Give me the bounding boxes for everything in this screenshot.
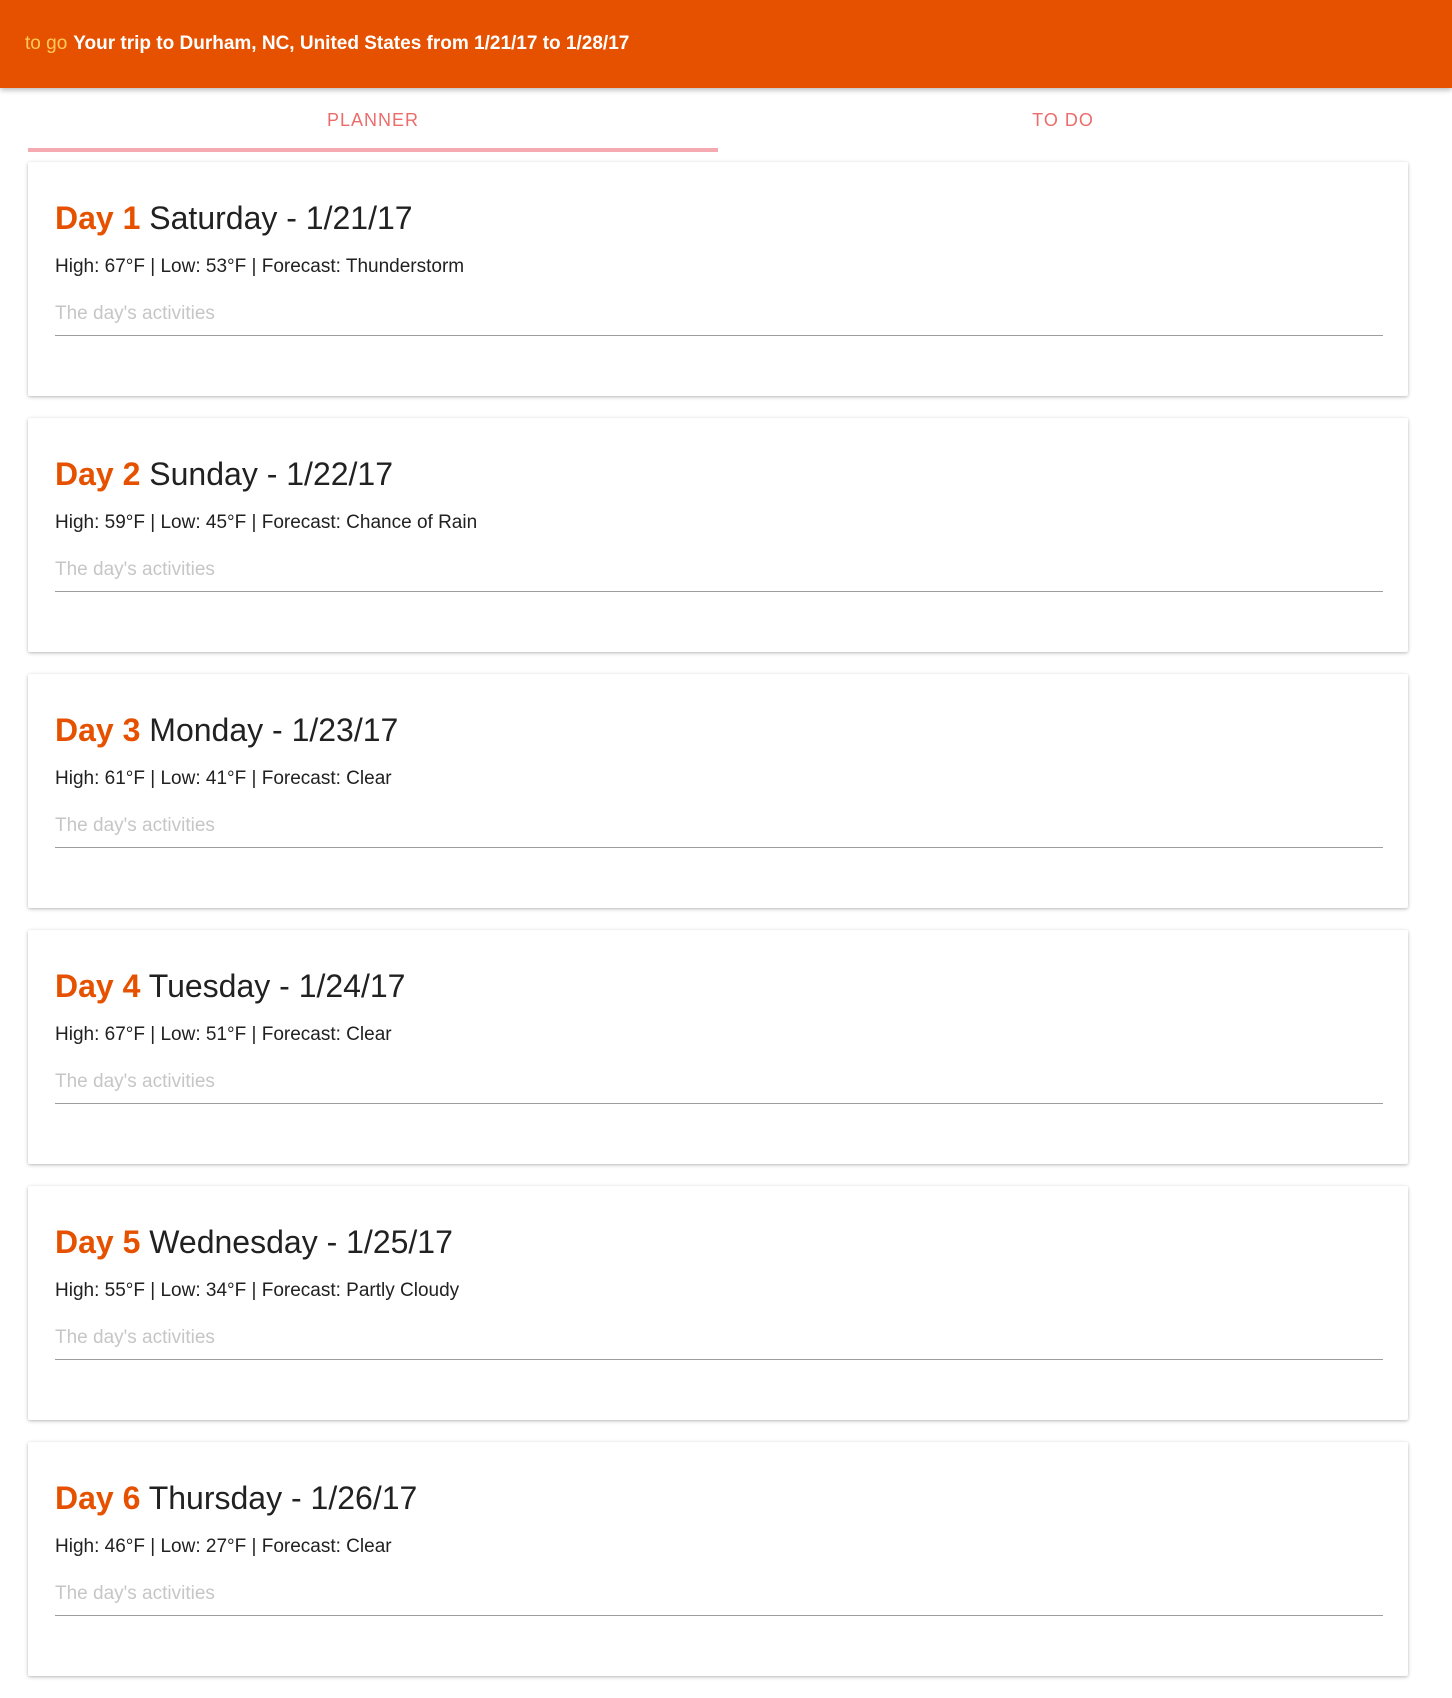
day-number: Day 6 [55, 1480, 141, 1516]
app-logo[interactable]: to go [25, 33, 67, 55]
tab-bar: PLANNER TO DO [28, 88, 1408, 152]
day-card-title: Day 1 Saturday - 1/21/17 [55, 200, 413, 237]
day-date: Tuesday - 1/24/17 [148, 968, 406, 1004]
activities-input[interactable] [55, 804, 1383, 848]
day-card-list: Day 1 Saturday - 1/21/17 High: 67°F | Lo… [28, 162, 1408, 1698]
day-card-title: Day 4 Tuesday - 1/24/17 [55, 968, 405, 1005]
app-header: to go Your trip to Durham, NC, United St… [0, 0, 1452, 88]
weather-summary: High: 46°F | Low: 27°F | Forecast: Clear [55, 1536, 392, 1557]
activities-input[interactable] [55, 1060, 1383, 1104]
day-card-title: Day 2 Sunday - 1/22/17 [55, 456, 393, 493]
weather-summary: High: 67°F | Low: 53°F | Forecast: Thund… [55, 256, 465, 277]
day-card: Day 3 Monday - 1/23/17 High: 61°F | Low:… [28, 674, 1408, 908]
day-number: Day 4 [55, 968, 141, 1004]
day-date: Monday - 1/23/17 [149, 712, 399, 748]
weather-summary: High: 59°F | Low: 45°F | Forecast: Chanc… [55, 512, 478, 533]
day-card: Day 6 Thursday - 1/26/17 High: 46°F | Lo… [28, 1442, 1408, 1676]
tab-to-do[interactable]: TO DO [718, 88, 1408, 152]
day-card: Day 2 Sunday - 1/22/17 High: 59°F | Low:… [28, 418, 1408, 652]
activities-input[interactable] [55, 1572, 1383, 1616]
activities-input[interactable] [55, 1316, 1383, 1360]
day-date: Wednesday - 1/25/17 [149, 1224, 453, 1260]
weather-summary: High: 67°F | Low: 51°F | Forecast: Clear [55, 1024, 392, 1045]
day-card-title: Day 5 Wednesday - 1/25/17 [55, 1224, 453, 1261]
active-tab-indicator [28, 148, 718, 152]
day-date: Sunday - 1/22/17 [149, 456, 394, 492]
day-number: Day 1 [55, 200, 141, 236]
weather-summary: High: 61°F | Low: 41°F | Forecast: Clear [55, 768, 392, 789]
day-number: Day 3 [55, 712, 141, 748]
activities-input[interactable] [55, 548, 1383, 592]
day-card: Day 1 Saturday - 1/21/17 High: 67°F | Lo… [28, 162, 1408, 396]
activities-input[interactable] [55, 292, 1383, 336]
trip-title: Your trip to Durham, NC, United States f… [73, 33, 630, 54]
day-card-title: Day 3 Monday - 1/23/17 [55, 712, 398, 749]
day-number: Day 5 [55, 1224, 141, 1260]
day-card-title: Day 6 Thursday - 1/26/17 [55, 1480, 417, 1517]
day-card: Day 5 Wednesday - 1/25/17 High: 55°F | L… [28, 1186, 1408, 1420]
day-date: Thursday - 1/26/17 [148, 1480, 418, 1516]
day-date: Saturday - 1/21/17 [149, 200, 413, 236]
weather-summary: High: 55°F | Low: 34°F | Forecast: Partl… [55, 1280, 460, 1301]
day-card: Day 4 Tuesday - 1/24/17 High: 67°F | Low… [28, 930, 1408, 1164]
day-number: Day 2 [55, 456, 141, 492]
tab-planner[interactable]: PLANNER [28, 88, 718, 152]
